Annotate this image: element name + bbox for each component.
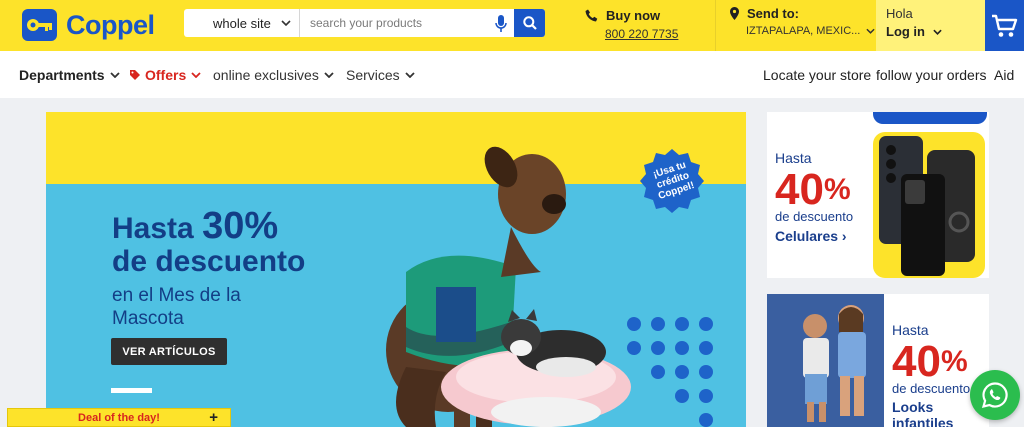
- top-header: Coppel whole site Buy now: [0, 0, 1024, 51]
- buy-now-label: Buy now: [606, 8, 661, 23]
- search-scope-select[interactable]: whole site: [184, 9, 300, 37]
- promo-celulares-percent-value: 40: [775, 165, 824, 214]
- promo-celulares-hasta: Hasta: [775, 150, 812, 166]
- greeting-text: Hola: [886, 6, 913, 21]
- carousel-indicator[interactable]: [111, 388, 152, 393]
- whatsapp-icon: [981, 382, 1008, 409]
- promo-looks-hasta: Hasta: [892, 322, 929, 338]
- microphone-icon[interactable]: [488, 9, 514, 37]
- chevron-down-icon: [281, 20, 291, 26]
- buy-now-block: Buy now 800 220 7735: [585, 8, 678, 41]
- phone-icon: [585, 9, 598, 22]
- nav-departments-label: Departments: [19, 67, 105, 83]
- brand-name: Coppel: [66, 9, 155, 40]
- promo-celulares-desc: de descuento: [775, 209, 854, 224]
- nav-departments[interactable]: Departments: [19, 67, 120, 83]
- nav-services-label: Services: [346, 67, 400, 83]
- follow-orders-link[interactable]: follow your orders: [876, 67, 987, 83]
- coppel-logo[interactable]: Coppel: [22, 9, 155, 41]
- shopping-cart-icon: [992, 14, 1018, 37]
- key-logo-icon: [22, 9, 57, 41]
- chevron-down-icon: [324, 72, 334, 78]
- deal-of-the-day-tab[interactable]: Deal of the day! +: [7, 408, 231, 427]
- nav-services[interactable]: Services: [346, 67, 415, 83]
- hero-title: Hasta 30% de descuento: [112, 207, 306, 278]
- buy-now-phone-link[interactable]: 800 220 7735: [605, 27, 678, 41]
- promo-celulares-percent-sign: %: [823, 173, 851, 206]
- promo-looks-percent-value: 40: [892, 337, 941, 386]
- locate-store-link[interactable]: Locate your store: [763, 67, 871, 83]
- login-label: Log in: [886, 24, 925, 39]
- promo-looks-percent-sign: %: [940, 345, 968, 378]
- promo-celulares-percent: 40%: [775, 168, 851, 212]
- nav-offers-label: Offers: [145, 67, 187, 83]
- hero-subtitle: en el Mes de la Mascota: [112, 285, 241, 329]
- search-icon: [522, 16, 537, 30]
- search-input[interactable]: [300, 9, 488, 37]
- price-tag-icon: [130, 70, 140, 80]
- header-divider: [715, 0, 716, 51]
- promo-looks-percent: 40%: [892, 340, 968, 384]
- hero-banner[interactable]: ¡Usa tu crédito Coppel! Hasta 30% de des…: [46, 112, 746, 427]
- hero-title-suffix: de descuento: [112, 245, 306, 278]
- chevron-down-icon: [866, 28, 875, 34]
- location-pin-icon: [730, 7, 739, 20]
- search-scope-label: whole site: [213, 15, 271, 31]
- chevron-down-icon: [109, 72, 120, 78]
- hero-title-prefix: Hasta: [112, 212, 194, 245]
- expand-plus-icon[interactable]: +: [209, 409, 218, 426]
- promo-looks-desc: de descuento: [892, 381, 971, 396]
- deal-of-the-day-label: Deal of the day!: [78, 411, 160, 424]
- main-navigation: Departments Offers online exclusives Ser…: [0, 51, 1024, 98]
- promo-celulares[interactable]: Hasta 40% de descuento Celulares ›: [767, 112, 989, 278]
- chevron-down-icon: [191, 72, 201, 78]
- chevron-down-icon: [405, 72, 415, 78]
- aid-link[interactable]: Aid: [994, 67, 1014, 83]
- nav-online-exclusives[interactable]: online exclusives: [213, 67, 334, 83]
- chevron-down-icon: [933, 29, 942, 35]
- cart-button[interactable]: [985, 0, 1024, 51]
- nav-offers[interactable]: Offers: [130, 67, 201, 83]
- search-button[interactable]: [514, 9, 545, 37]
- search-bar: whole site: [184, 9, 545, 37]
- promo-looks-infantiles[interactable]: Hasta 40% de descuento Looks infantiles: [767, 294, 989, 427]
- send-to-selector[interactable]: Send to: IZTAPALAPA, MEXIC...: [730, 6, 875, 37]
- whatsapp-chat-button[interactable]: [970, 370, 1020, 420]
- view-articles-button[interactable]: VER ARTÍCULOS: [111, 338, 227, 365]
- promo-celulares-category[interactable]: Celulares ›: [775, 228, 847, 244]
- nav-online-exclusives-label: online exclusives: [213, 67, 319, 83]
- send-to-label: Send to:: [747, 6, 799, 21]
- send-to-location: IZTAPALAPA, MEXIC...: [746, 25, 861, 37]
- hero-discount-percent: 30%: [202, 205, 279, 247]
- account-menu[interactable]: Hola Log in: [876, 0, 985, 51]
